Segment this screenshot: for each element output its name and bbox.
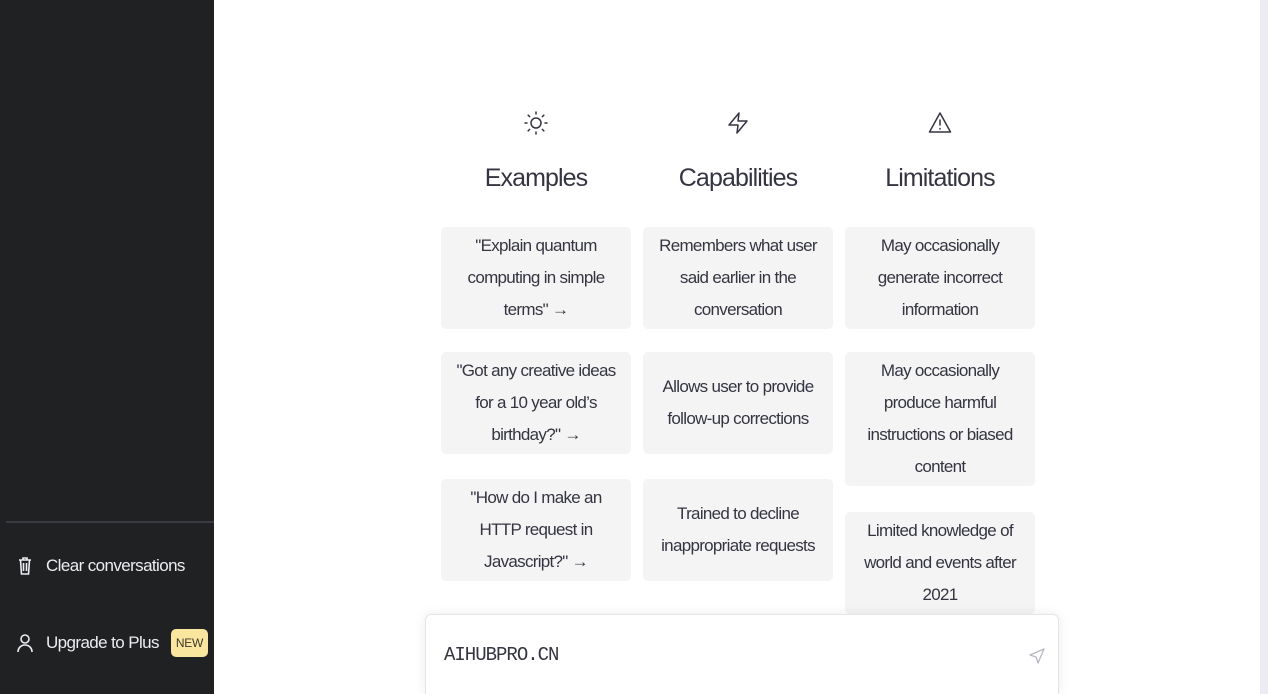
user-icon <box>12 632 38 654</box>
clear-conversations-label: Clear conversations <box>46 556 185 575</box>
examples-column: Examples <box>441 100 631 193</box>
scrollbar[interactable] <box>1260 0 1268 694</box>
trash-icon <box>12 555 38 577</box>
new-badge: NEW <box>170 629 208 657</box>
send-button[interactable] <box>1026 645 1048 667</box>
capability-card: Trained to decline inappropriate request… <box>643 479 833 581</box>
clear-conversations-button[interactable]: Clear conversations <box>6 544 208 588</box>
limitations-column: Limitations <box>845 100 1035 193</box>
message-input-box <box>425 614 1059 694</box>
sidebar: Clear conversations Upgrade to Plus NEW <box>0 0 214 694</box>
sun-icon <box>441 100 631 146</box>
lightning-icon <box>643 100 833 146</box>
capability-card: Remembers what user said earlier in the … <box>643 227 833 329</box>
example-card[interactable]: "Explain quantum computing in simple ter… <box>441 227 631 329</box>
sidebar-divider <box>6 521 214 523</box>
capabilities-title: Capabilities <box>678 164 798 192</box>
limitation-card: May occasionally generate incorrect info… <box>845 227 1035 329</box>
capability-card: Allows user to provide follow-up correct… <box>643 352 833 454</box>
main-content: Examples Capabilities Limitations "Expla… <box>214 0 1260 694</box>
upgrade-to-plus-button[interactable]: Upgrade to Plus NEW <box>6 621 208 665</box>
limitations-title: Limitations <box>885 164 996 192</box>
limitation-card: Limited knowledge of world and events af… <box>845 512 1035 614</box>
upgrade-to-plus-label: Upgrade to Plus <box>46 633 160 652</box>
send-icon <box>1029 648 1045 664</box>
example-card[interactable]: "How do I make an HTTP request in Javasc… <box>441 479 631 581</box>
examples-title: Examples <box>484 164 588 192</box>
limitation-card: May occasionally produce harmful instruc… <box>845 352 1035 486</box>
message-input[interactable] <box>444 643 1004 666</box>
warning-icon <box>845 100 1035 146</box>
example-card[interactable]: "Got any creative ideas for a 10 year ol… <box>441 352 631 454</box>
capabilities-column: Capabilities <box>643 100 833 193</box>
